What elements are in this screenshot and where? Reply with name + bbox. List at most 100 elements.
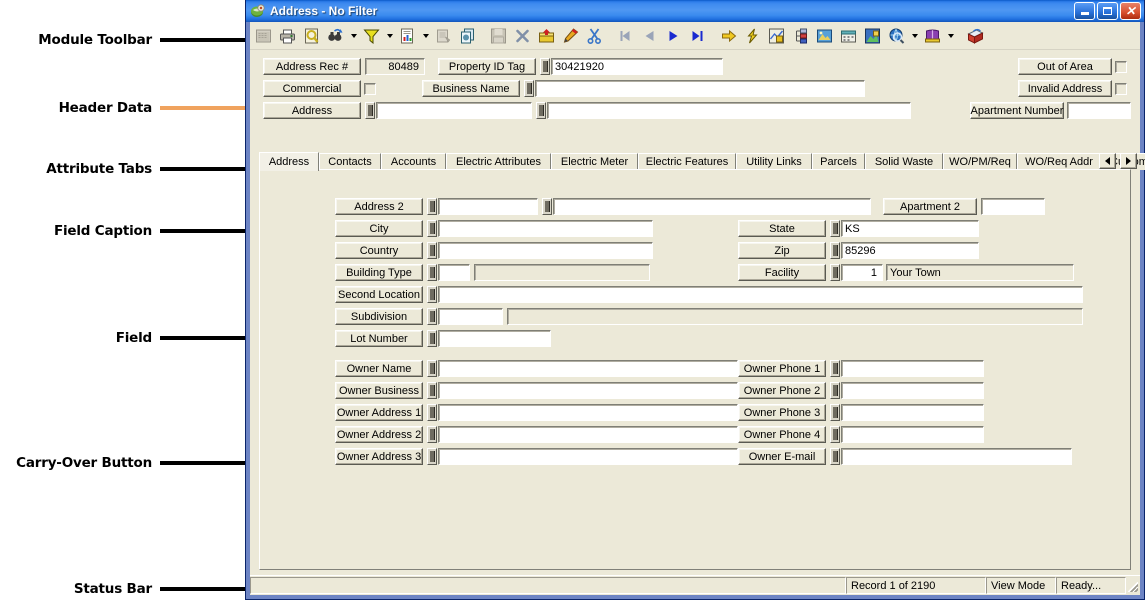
owner-phone-1-caption[interactable]: Owner Phone 1 bbox=[738, 360, 826, 377]
owner-email-caption[interactable]: Owner E-mail bbox=[738, 448, 826, 465]
owner-name-carry-over-button[interactable] bbox=[427, 360, 437, 377]
apartment-number-caption[interactable]: Apartment Number bbox=[970, 102, 1064, 119]
tab-contacts[interactable]: Contacts bbox=[319, 153, 381, 170]
address-2-carry-over-button-1[interactable] bbox=[427, 198, 437, 215]
tab-wo-pm-req[interactable]: WO/PM/Req bbox=[943, 153, 1017, 170]
owner-address-2-field[interactable] bbox=[438, 426, 738, 443]
owner-business-carry-over-button[interactable] bbox=[427, 382, 437, 399]
purple-book-button[interactable] bbox=[921, 25, 944, 47]
owner-name-caption[interactable]: Owner Name bbox=[335, 360, 423, 377]
city-field[interactable] bbox=[438, 220, 653, 237]
owner-phone-3-field[interactable] bbox=[841, 404, 984, 421]
state-carry-over-button[interactable] bbox=[830, 220, 840, 237]
picture-button[interactable] bbox=[813, 25, 836, 47]
tab-scroll-right-button[interactable] bbox=[1120, 153, 1137, 169]
owner-phone-1-carry-over-button[interactable] bbox=[830, 360, 840, 377]
address-2-caption[interactable]: Address 2 bbox=[335, 198, 423, 215]
subdivision-code-field[interactable] bbox=[438, 308, 503, 325]
report-dropdown-arrow[interactable] bbox=[420, 25, 431, 47]
owner-phone-2-carry-over-button[interactable] bbox=[830, 382, 840, 399]
commercial-caption[interactable]: Commercial bbox=[263, 80, 361, 97]
out-of-area-caption[interactable]: Out of Area bbox=[1018, 58, 1112, 75]
business-name-carry-over-button[interactable] bbox=[524, 80, 534, 97]
building-type-caption[interactable]: Building Type bbox=[335, 264, 423, 281]
find-button[interactable] bbox=[324, 25, 347, 47]
zip-caption[interactable]: Zip bbox=[738, 242, 826, 259]
maximize-button[interactable] bbox=[1097, 2, 1118, 20]
owner-business-field[interactable] bbox=[438, 382, 738, 399]
owner-address-1-caption[interactable]: Owner Address 1 bbox=[335, 404, 423, 421]
tree-nodes-button[interactable] bbox=[789, 25, 812, 47]
facility-caption[interactable]: Facility bbox=[738, 264, 826, 281]
report-button[interactable] bbox=[396, 25, 419, 47]
tab-electric-features[interactable]: Electric Features bbox=[638, 153, 736, 170]
previous-record-button[interactable] bbox=[638, 25, 661, 47]
edit-button[interactable] bbox=[559, 25, 582, 47]
owner-address-1-field[interactable] bbox=[438, 404, 738, 421]
tab-scroll-left-button[interactable] bbox=[1099, 153, 1116, 169]
building-type-code-field[interactable] bbox=[438, 264, 470, 281]
resize-grip[interactable] bbox=[1126, 577, 1140, 594]
tab-wo-req-addr[interactable]: WO/Req Addr bbox=[1017, 153, 1101, 170]
apartment-2-caption[interactable]: Apartment 2 bbox=[883, 198, 977, 215]
lot-number-carry-over-button[interactable] bbox=[427, 330, 437, 347]
address-2-carry-over-button-2[interactable] bbox=[542, 198, 552, 215]
property-id-tag-caption[interactable]: Property ID Tag bbox=[438, 58, 536, 75]
owner-address-3-caption[interactable]: Owner Address 3 bbox=[335, 448, 423, 465]
save-button[interactable] bbox=[487, 25, 510, 47]
commercial-checkbox[interactable] bbox=[364, 82, 376, 95]
business-name-caption[interactable]: Business Name bbox=[422, 80, 520, 97]
facility-code-field[interactable]: 1 bbox=[841, 264, 883, 281]
city-caption[interactable]: City bbox=[335, 220, 423, 237]
facility-carry-over-button[interactable] bbox=[830, 264, 840, 281]
zip-field[interactable]: 85296 bbox=[841, 242, 979, 259]
owner-address-1-carry-over-button[interactable] bbox=[427, 404, 437, 421]
print-preview-button[interactable] bbox=[300, 25, 323, 47]
property-id-tag-field[interactable]: 30421920 bbox=[551, 58, 723, 75]
owner-phone-4-caption[interactable]: Owner Phone 4 bbox=[738, 426, 826, 443]
state-caption[interactable]: State bbox=[738, 220, 826, 237]
subdivision-carry-over-button[interactable] bbox=[427, 308, 437, 325]
country-carry-over-button[interactable] bbox=[427, 242, 437, 259]
owner-address-2-caption[interactable]: Owner Address 2 bbox=[335, 426, 423, 443]
owner-phone-2-caption[interactable]: Owner Phone 2 bbox=[738, 382, 826, 399]
last-record-button[interactable] bbox=[686, 25, 709, 47]
tab-electric-attributes[interactable]: Electric Attributes bbox=[446, 153, 551, 170]
tab-address[interactable]: Address bbox=[259, 152, 319, 171]
copy-pages-button[interactable] bbox=[456, 25, 479, 47]
address-carry-over-button-1[interactable] bbox=[365, 102, 375, 119]
subdivision-caption[interactable]: Subdivision bbox=[335, 308, 423, 325]
owner-address-3-carry-over-button[interactable] bbox=[427, 448, 437, 465]
find-dropdown-arrow[interactable] bbox=[348, 25, 359, 47]
second-location-field[interactable] bbox=[438, 286, 1083, 303]
apartment-2-field[interactable] bbox=[981, 198, 1045, 215]
filter-dropdown-arrow[interactable] bbox=[384, 25, 395, 47]
calendar-button[interactable] bbox=[837, 25, 860, 47]
owner-phone-2-field[interactable] bbox=[841, 382, 984, 399]
next-record-button[interactable] bbox=[662, 25, 685, 47]
tab-accounts[interactable]: Accounts bbox=[381, 153, 446, 170]
address-caption[interactable]: Address bbox=[263, 102, 361, 119]
first-record-button[interactable] bbox=[614, 25, 637, 47]
owner-email-field[interactable] bbox=[841, 448, 1072, 465]
city-carry-over-button[interactable] bbox=[427, 220, 437, 237]
zip-carry-over-button[interactable] bbox=[830, 242, 840, 259]
owner-address-3-field[interactable] bbox=[438, 448, 738, 465]
tab-utility-links[interactable]: Utility Links bbox=[736, 153, 812, 170]
address-2-field-1[interactable] bbox=[438, 198, 538, 215]
invalid-address-checkbox[interactable] bbox=[1115, 82, 1127, 95]
second-location-carry-over-button[interactable] bbox=[427, 286, 437, 303]
owner-phone-4-carry-over-button[interactable] bbox=[830, 426, 840, 443]
tab-electric-meter[interactable]: Electric Meter bbox=[551, 153, 638, 170]
invalid-address-caption[interactable]: Invalid Address bbox=[1018, 80, 1112, 97]
owner-phone-1-field[interactable] bbox=[841, 360, 984, 377]
properties-button[interactable] bbox=[432, 25, 455, 47]
second-location-caption[interactable]: Second Location bbox=[335, 286, 423, 303]
owner-phone-3-carry-over-button[interactable] bbox=[830, 404, 840, 421]
tab-parcels[interactable]: Parcels bbox=[812, 153, 865, 170]
map-button[interactable] bbox=[765, 25, 788, 47]
owner-address-2-carry-over-button[interactable] bbox=[427, 426, 437, 443]
print-button[interactable] bbox=[276, 25, 299, 47]
country-caption[interactable]: Country bbox=[335, 242, 423, 259]
cancel-button[interactable] bbox=[511, 25, 534, 47]
